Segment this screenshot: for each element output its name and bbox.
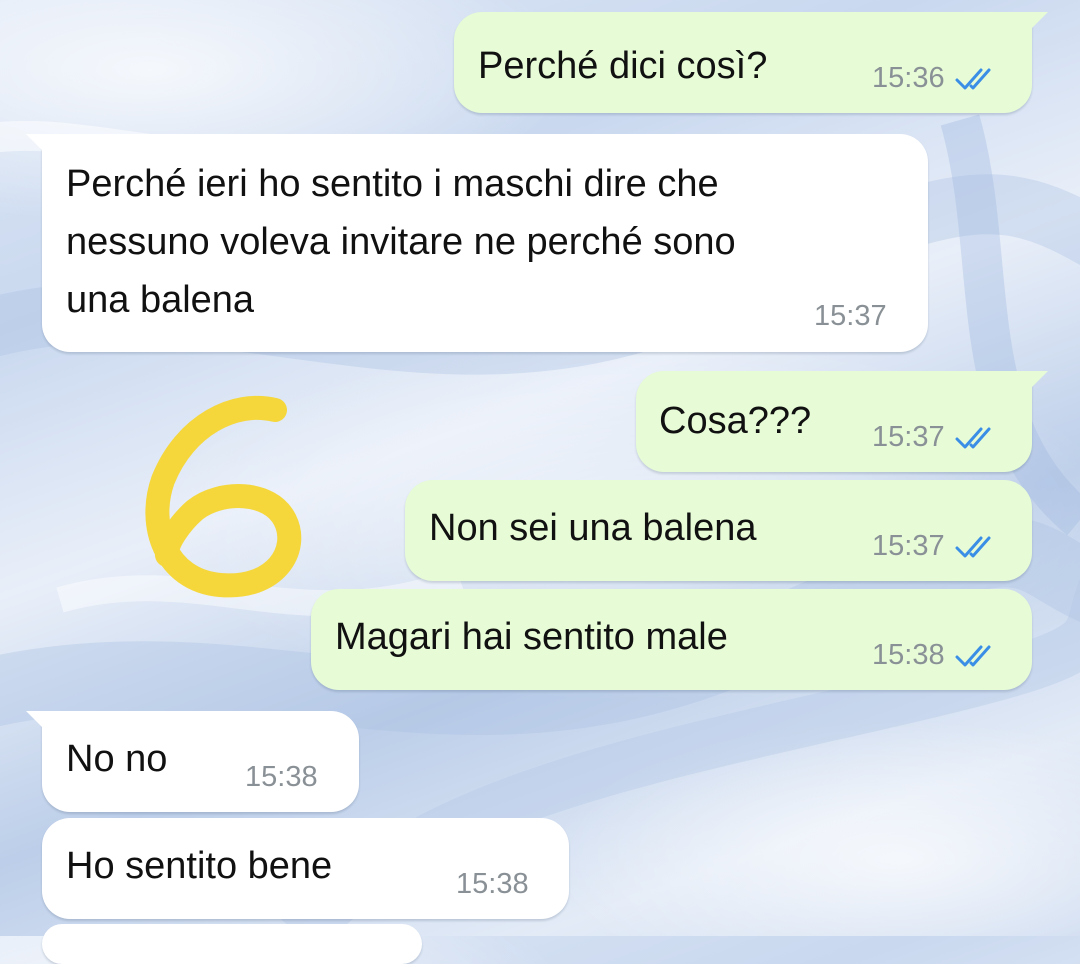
message-bubble-incoming[interactable]: Ho sentito bene 15:38 xyxy=(42,818,569,919)
message-text: Non sei una balena xyxy=(429,507,757,549)
message-text: Ho sentito bene xyxy=(66,845,333,887)
message-text-line: Perché ieri ho sentito i maschi dire che xyxy=(66,163,719,205)
bubble-tail xyxy=(26,134,52,160)
message-time: 15:38 xyxy=(456,868,529,900)
message-time: 15:38 xyxy=(245,761,318,793)
message-meta: 15:37 xyxy=(872,530,1001,563)
message-meta: 15:36 xyxy=(872,62,1001,95)
message-bubble-outgoing[interactable]: Cosa??? 15:37 xyxy=(636,371,1048,472)
bubble-tail xyxy=(1022,12,1048,38)
message-text: Magari hai sentito male xyxy=(335,616,728,658)
message-text: No no xyxy=(66,738,168,780)
message-bubble-incoming[interactable]: Perché ieri ho sentito i maschi dire che… xyxy=(26,134,928,352)
message-bubble-incoming[interactable]: No no 15:38 xyxy=(26,711,359,812)
message-text: Perché dici così? xyxy=(478,45,768,87)
message-bubble-outgoing[interactable]: Non sei una balena 15:37 xyxy=(405,480,1032,581)
message-meta: 15:37 xyxy=(814,300,887,333)
double-check-icon xyxy=(955,536,991,557)
message-time: 15:38 xyxy=(872,639,945,671)
message-meta: 15:37 xyxy=(872,421,1001,454)
handwritten-number-6-annotation xyxy=(145,395,302,598)
message-bubble-outgoing[interactable]: Perché dici così? 15:36 xyxy=(454,12,1048,113)
message-meta: 15:38 xyxy=(872,639,1001,672)
message-text-line: una balena xyxy=(66,279,255,321)
message-time: 15:37 xyxy=(872,421,945,453)
double-check-icon xyxy=(955,645,991,666)
message-meta: 15:38 xyxy=(245,761,318,794)
message-bubble-incoming-partial[interactable] xyxy=(42,924,422,964)
bubble-tail xyxy=(1022,371,1048,397)
message-time: 15:36 xyxy=(872,62,945,94)
message-text: Cosa??? xyxy=(659,400,812,442)
message-time: 15:37 xyxy=(872,530,945,562)
message-meta: 15:38 xyxy=(456,868,529,901)
bubble-tail xyxy=(26,711,52,737)
double-check-icon xyxy=(955,68,991,89)
message-text-line: nessuno voleva invitare ne perché sono xyxy=(66,221,736,263)
message-time: 15:37 xyxy=(814,300,887,332)
message-bubble-outgoing[interactable]: Magari hai sentito male 15:38 xyxy=(311,589,1032,690)
double-check-icon xyxy=(955,427,991,448)
